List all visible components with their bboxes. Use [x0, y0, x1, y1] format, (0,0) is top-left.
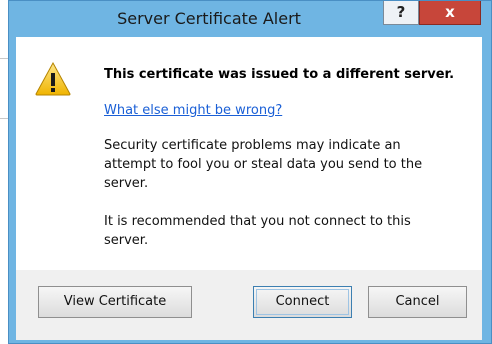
warning-icon: [35, 62, 71, 96]
background-divider: [0, 58, 8, 59]
title-bar[interactable]: Server Certificate Alert ? x: [9, 1, 491, 37]
connect-button[interactable]: Connect: [253, 286, 352, 318]
what-else-link[interactable]: What else might be wrong?: [104, 103, 282, 118]
background-window-edge: [0, 0, 8, 344]
recommendation-message: It is recommended that you not connect t…: [104, 214, 411, 248]
alert-headline: This certificate was issued to a differe…: [104, 67, 455, 82]
dialog-content: This certificate was issued to a differe…: [16, 37, 482, 270]
background-divider: [0, 118, 8, 119]
dialog-title: Server Certificate Alert: [117, 9, 301, 28]
close-button[interactable]: x: [419, 1, 481, 25]
button-bar: View Certificate Connect Cancel: [16, 270, 482, 340]
warning-message: Security certificate problems may indica…: [104, 138, 423, 191]
cancel-button[interactable]: Cancel: [368, 286, 467, 318]
help-button[interactable]: ?: [383, 1, 419, 25]
dialog-window: Server Certificate Alert ? x This certif…: [8, 0, 492, 344]
view-certificate-button[interactable]: View Certificate: [38, 286, 192, 318]
